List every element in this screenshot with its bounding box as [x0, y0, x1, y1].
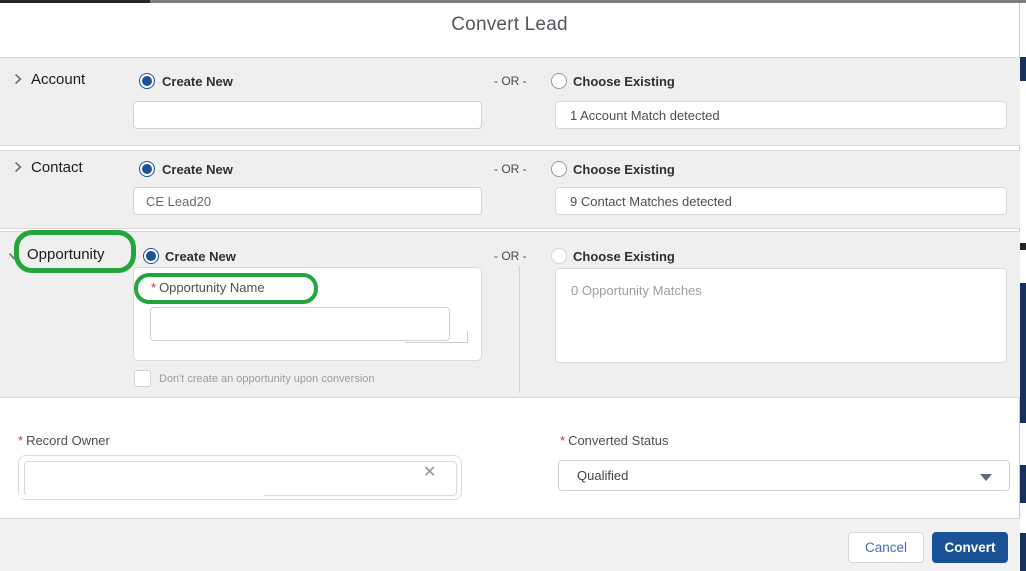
- account-choose-existing-label[interactable]: Choose Existing: [573, 74, 675, 89]
- column-divider: [519, 266, 520, 393]
- cancel-button[interactable]: Cancel: [848, 532, 924, 563]
- modal-title: Convert Lead: [451, 14, 568, 35]
- account-match-text: 1 Account Match detected: [570, 107, 720, 123]
- background-navy-segment: [1020, 465, 1026, 503]
- chevron-down-icon[interactable]: [7, 249, 21, 263]
- opportunity-match-text: 0 Opportunity Matches: [571, 283, 702, 298]
- dont-create-opportunity-checkbox[interactable]: [134, 370, 151, 387]
- account-create-new-radio[interactable]: [139, 73, 155, 89]
- convert-lead-modal: Convert Lead Account Create New - OR - C…: [0, 3, 1020, 571]
- record-owner-label: * Record Owner: [18, 433, 110, 448]
- account-or-label: - OR -: [494, 74, 527, 88]
- dont-create-opportunity-label[interactable]: Don't create an opportunity upon convers…: [159, 373, 375, 385]
- account-match-box[interactable]: 1 Account Match detected: [555, 101, 1007, 129]
- contact-choose-existing-radio[interactable]: [551, 161, 567, 177]
- opportunity-section-label: Opportunity: [27, 246, 105, 263]
- opportunity-name-label: * Opportunity Name: [151, 280, 265, 295]
- opportunity-create-card: * Opportunity Name: [133, 267, 482, 361]
- contact-or-label: - OR -: [494, 162, 527, 176]
- input-border-artifact: [405, 342, 467, 343]
- background-dark-segment: [1020, 243, 1026, 250]
- required-asterisk: *: [560, 433, 566, 448]
- background-page-sliver: [1020, 3, 1026, 571]
- background-navy-segment: [1020, 533, 1026, 571]
- contact-section-label: Contact: [31, 159, 83, 176]
- background-navy-segment: [1020, 283, 1026, 423]
- background-navy-segment: [1020, 57, 1026, 81]
- input-border-artifact: [467, 331, 468, 343]
- opportunity-choose-existing-radio[interactable]: [551, 248, 567, 264]
- contact-create-new-radio[interactable]: [139, 161, 155, 177]
- required-asterisk: *: [151, 280, 157, 295]
- opportunity-or-label: - OR -: [494, 249, 527, 263]
- account-name-input[interactable]: [133, 101, 482, 129]
- chevron-right-icon[interactable]: [11, 160, 25, 174]
- contact-create-new-label[interactable]: Create New: [162, 162, 233, 177]
- section-account: Account Create New - OR - Choose Existin…: [0, 57, 1020, 146]
- dropdown-arrow-icon: [980, 474, 992, 481]
- account-create-new-label[interactable]: Create New: [162, 74, 233, 89]
- converted-status-label: * Converted Status: [560, 433, 669, 448]
- account-section-label: Account: [31, 71, 86, 88]
- section-opportunity: Opportunity Create New - OR - Choose Exi…: [0, 231, 1020, 398]
- opportunity-name-input[interactable]: [150, 307, 450, 341]
- record-owner-input[interactable]: [24, 461, 457, 496]
- required-asterisk: *: [18, 433, 24, 448]
- contact-match-box[interactable]: 9 Contact Matches detected: [555, 187, 1007, 215]
- convert-button[interactable]: Convert: [932, 532, 1008, 563]
- opportunity-create-new-label[interactable]: Create New: [165, 249, 236, 264]
- modal-footer: Cancel Convert: [0, 518, 1020, 571]
- opportunity-create-new-radio[interactable]: [143, 248, 159, 264]
- convert-lead-dialog: Convert Lead Account Create New - OR - C…: [0, 0, 1026, 571]
- section-contact: Contact Create New - OR - Choose Existin…: [0, 150, 1020, 229]
- opportunity-match-panel: 0 Opportunity Matches: [555, 268, 1007, 363]
- record-owner-combobox[interactable]: ✕: [18, 455, 462, 500]
- contact-match-text: 9 Contact Matches detected: [570, 193, 732, 209]
- account-choose-existing-radio[interactable]: [551, 73, 567, 89]
- converted-status-select[interactable]: Qualified: [558, 460, 1010, 491]
- converted-status-value: Qualified: [577, 468, 629, 483]
- opportunity-choose-existing-label[interactable]: Choose Existing: [573, 249, 675, 264]
- chevron-right-icon[interactable]: [11, 72, 25, 86]
- modal-header: Convert Lead: [0, 3, 1019, 57]
- clear-icon[interactable]: ✕: [423, 464, 436, 482]
- input-border-artifact: [6, 495, 264, 498]
- contact-name-input[interactable]: [133, 187, 482, 215]
- contact-choose-existing-label[interactable]: Choose Existing: [573, 162, 675, 177]
